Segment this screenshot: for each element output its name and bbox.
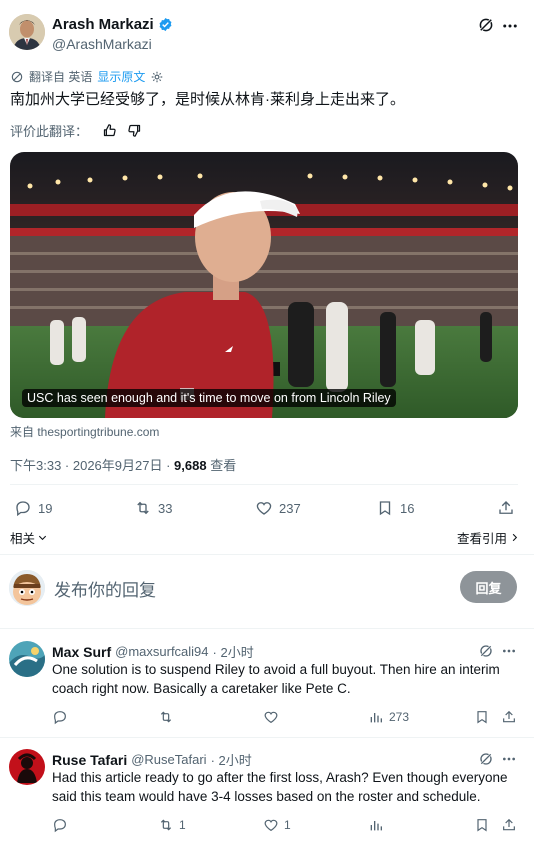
grok-icon[interactable] — [478, 751, 494, 767]
bookmark-button[interactable] — [474, 817, 490, 833]
share-icon — [497, 499, 515, 517]
repost-button[interactable] — [158, 709, 174, 725]
reply-icon — [52, 817, 68, 833]
author-handle[interactable]: @ArashMarkazi — [52, 36, 152, 52]
link-card[interactable]: USC has seen enough and it's time to mov… — [10, 152, 518, 418]
reply-author-handle[interactable]: @maxsurfcali94 — [115, 644, 208, 659]
settings-gear-icon[interactable] — [150, 70, 164, 84]
verified-badge-icon — [158, 17, 173, 32]
composer-avatar — [9, 570, 45, 606]
related-dropdown[interactable]: 相关 — [10, 528, 48, 547]
more-options-icon[interactable] — [501, 751, 517, 767]
composer-reply-button[interactable]: 回复 — [460, 571, 517, 603]
reply-text-line1: Had this article ready to go after the f… — [52, 770, 508, 785]
share-button[interactable] — [501, 817, 517, 833]
like-button[interactable] — [263, 709, 279, 725]
repost-button[interactable]: 1 — [158, 817, 186, 833]
like-button[interactable]: 237 — [255, 499, 301, 517]
like-count: 237 — [279, 500, 301, 516]
thumbs-up-icon[interactable] — [102, 123, 117, 138]
bookmark-button[interactable]: 16 — [376, 499, 414, 517]
related-label: 相关 — [10, 532, 36, 546]
thumbs-down-icon[interactable] — [127, 123, 142, 138]
chevron-down-icon — [37, 532, 48, 543]
tweet-text: 南加州大学已经受够了，是时候从林肯·莱利身上走出来了。 — [10, 91, 405, 108]
reply-button[interactable] — [52, 817, 68, 833]
reply-repost-count: 1 — [179, 818, 186, 832]
reply-avatar[interactable] — [9, 749, 45, 785]
reply-like-count: 1 — [284, 818, 291, 832]
view-quotes-label: 查看引用 — [456, 532, 507, 546]
repost-icon — [158, 817, 174, 833]
reply-composer-input[interactable]: 发布你的回复 — [54, 576, 156, 601]
more-options-icon[interactable] — [501, 643, 517, 659]
share-icon — [501, 709, 517, 725]
reply-text-line1: One solution is to suspend Riley to avoi… — [52, 662, 500, 677]
reply-button[interactable] — [52, 709, 68, 725]
reply-button[interactable]: 19 — [14, 499, 52, 517]
author-avatar[interactable] — [9, 14, 45, 50]
repost-icon — [158, 709, 174, 725]
translated-label: 翻译自 英语 — [29, 70, 93, 84]
share-button[interactable] — [501, 709, 517, 725]
views-button[interactable]: 273 — [368, 709, 409, 725]
bookmark-count: 16 — [400, 500, 415, 516]
bookmark-button[interactable] — [474, 709, 490, 725]
heart-icon — [263, 709, 279, 725]
reply-time[interactable]: · 2小时 — [211, 750, 252, 769]
card-source[interactable]: 来自 thesportingtribune.com — [10, 423, 159, 440]
reply-author-name[interactable]: Ruse Tafari — [52, 752, 127, 768]
reply-text-line2: coach right now. Basically a caretaker l… — [52, 681, 351, 696]
analytics-icon — [368, 709, 384, 725]
view-quotes-link[interactable]: 查看引用 — [457, 528, 520, 547]
more-options-icon[interactable] — [501, 17, 519, 35]
repost-count: 33 — [158, 500, 173, 516]
tweet-timestamp[interactable]: 下午3:33 · 2026年9月27日 · — [10, 458, 174, 473]
reply-author-handle[interactable]: @RuseTafari — [131, 752, 206, 767]
reply-views-count: 273 — [389, 710, 410, 724]
repost-button[interactable]: 33 — [134, 499, 172, 517]
heart-icon — [255, 499, 273, 517]
reply-author-name[interactable]: Max Surf — [52, 644, 111, 660]
like-button[interactable]: 1 — [263, 817, 291, 833]
rate-translation-label: 评价此翻译： — [10, 124, 89, 139]
share-icon — [501, 817, 517, 833]
views-count: 9,688 — [174, 458, 207, 473]
grok-icon[interactable] — [478, 643, 494, 659]
reply-count: 19 — [38, 500, 53, 516]
bookmark-icon — [474, 817, 490, 833]
stadium-photo — [10, 152, 518, 418]
views-button[interactable] — [368, 817, 384, 833]
repost-icon — [134, 499, 152, 517]
share-button[interactable] — [497, 499, 515, 517]
reply-avatar[interactable] — [9, 641, 45, 677]
heart-icon — [263, 817, 279, 833]
translate-icon — [10, 70, 24, 84]
card-caption: USC has seen enough and it's time to mov… — [22, 389, 396, 407]
reply-icon — [14, 499, 32, 517]
reply-icon — [52, 709, 68, 725]
chevron-right-icon — [509, 532, 520, 543]
show-original-link[interactable]: 显示原文 — [97, 68, 145, 85]
grok-icon[interactable] — [477, 16, 495, 34]
analytics-icon — [368, 817, 384, 833]
bookmark-icon — [376, 499, 394, 517]
views-label: 查看 — [206, 458, 237, 473]
bookmark-icon — [474, 709, 490, 725]
reply-text-line2: said this team would have 3-4 losses bas… — [52, 789, 481, 804]
reply-time[interactable]: · 2小时 — [213, 642, 254, 661]
author-name[interactable]: Arash Markazi — [52, 16, 154, 33]
